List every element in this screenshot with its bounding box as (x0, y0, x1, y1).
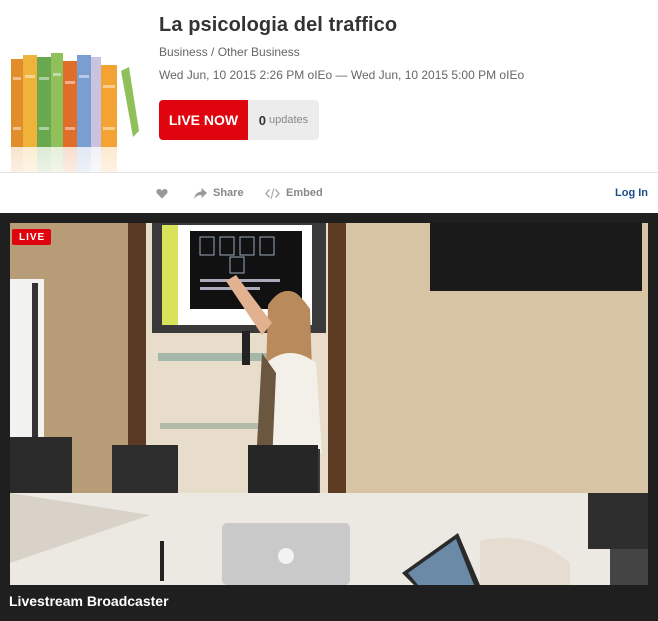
video-player[interactable]: LIVE Livestream Broadcaster (0, 213, 658, 621)
heart-icon (156, 188, 168, 198)
event-category[interactable]: Business / Other Business (159, 45, 300, 59)
like-button[interactable] (156, 173, 174, 213)
video-frame[interactable]: LIVE (10, 223, 648, 585)
video-scene (10, 223, 648, 585)
share-arrow-icon (194, 187, 207, 199)
event-header: La psicologia del traffico Business / Ot… (0, 0, 658, 204)
embed-button[interactable]: Embed (265, 173, 323, 213)
updates-count: 0 (258, 112, 267, 128)
event-title: La psicologia del traffico (159, 14, 398, 36)
login-link[interactable]: Log In (615, 173, 648, 213)
action-toolbar: Share Embed Log In (0, 172, 658, 212)
code-icon (265, 187, 280, 199)
updates-counter[interactable]: 0 updates (248, 100, 319, 140)
live-now-badge: LIVE NOW (159, 100, 248, 140)
live-badge: LIVE (12, 229, 52, 245)
embed-label: Embed (286, 187, 323, 199)
share-label: Share (213, 187, 244, 199)
event-dates: Wed Jun, 10 2015 2:26 PM oIEo — Wed Jun,… (159, 68, 525, 82)
share-button[interactable]: Share (194, 173, 244, 213)
broadcaster-name[interactable]: Livestream Broadcaster (9, 593, 169, 609)
status-row: LIVE NOW 0 updates (159, 100, 319, 140)
updates-label: updates (269, 114, 309, 126)
